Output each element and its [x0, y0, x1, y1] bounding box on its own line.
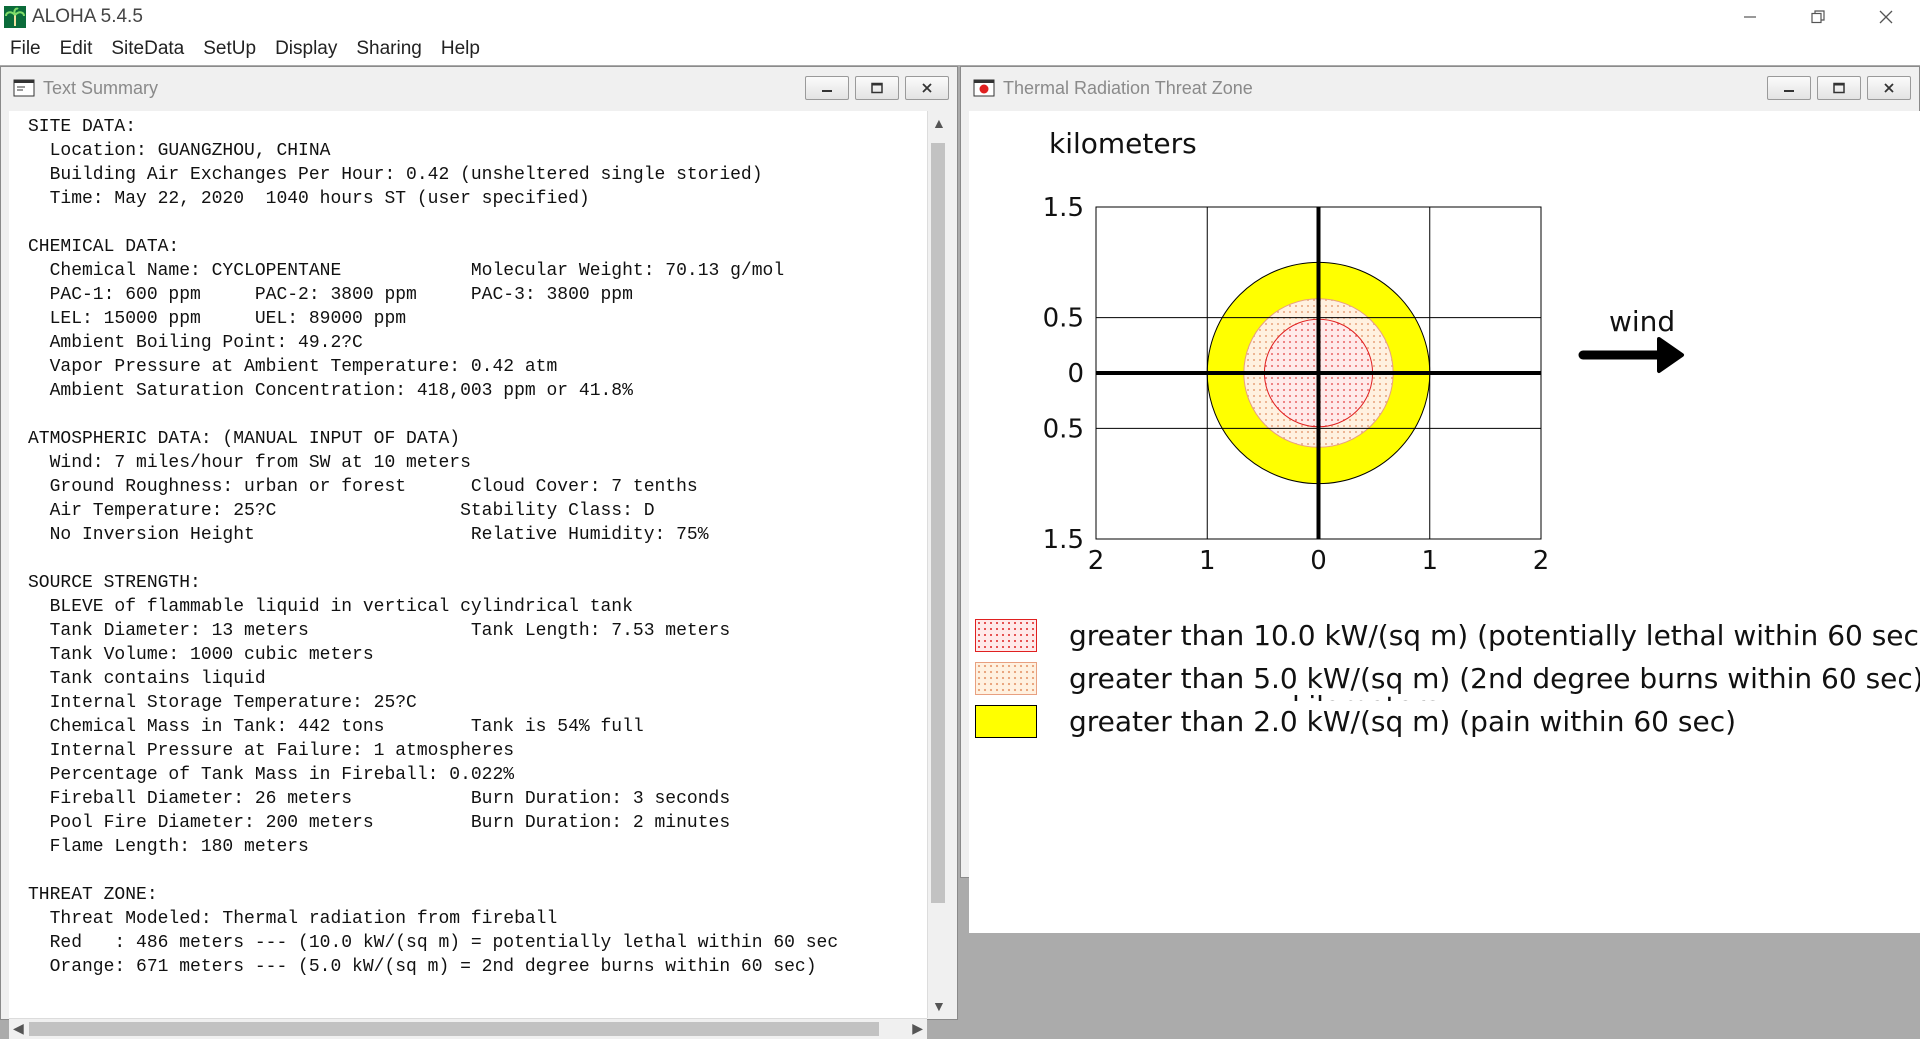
- vertical-scrollbar[interactable]: ▲ ▼: [927, 111, 948, 1018]
- threat-zone-title: Thermal Radiation Threat Zone: [1003, 77, 1253, 98]
- close-icon: [1879, 10, 1893, 23]
- minimize-icon: [822, 90, 832, 92]
- text-close-button[interactable]: [905, 76, 949, 100]
- x-tick-label: 2: [1533, 546, 1550, 576]
- legend-yellow-label: greater than 2.0 kW/(sq m) (pain within …: [1069, 705, 1737, 738]
- palm-tree-icon: [4, 5, 26, 28]
- legend-yellow-swatch: [975, 705, 1037, 738]
- y-tick-label: 0.5: [1043, 304, 1084, 334]
- restore-icon: [1811, 9, 1825, 23]
- minimize-icon: [1744, 15, 1756, 18]
- plot-minimize-button[interactable]: [1767, 76, 1811, 100]
- threat-zone-plot-area: 210121.50.500.51.5 kilometers kilometers…: [969, 111, 1920, 933]
- app-title-bar: ALOHA 5.4.5: [0, 0, 1920, 33]
- menu-sharing[interactable]: Sharing: [346, 38, 431, 60]
- scroll-right-icon[interactable]: ▶: [912, 1020, 923, 1037]
- x-tick-label: 2: [1088, 546, 1105, 576]
- y-tick-label: 0.5: [1043, 414, 1084, 444]
- menu-file[interactable]: File: [0, 38, 50, 60]
- minimize-button[interactable]: [1716, 0, 1784, 33]
- wind-arrow-head-icon: [1657, 337, 1684, 373]
- y-axis-label: kilometers: [1049, 127, 1197, 160]
- plot-close-button[interactable]: [1867, 76, 1911, 100]
- close-icon: [1884, 83, 1894, 93]
- menu-help[interactable]: Help: [431, 38, 489, 60]
- restore-button[interactable]: [1784, 0, 1852, 33]
- menu-display[interactable]: Display: [265, 38, 346, 60]
- close-button[interactable]: [1852, 0, 1920, 33]
- x-tick-label: 0: [1310, 546, 1327, 576]
- scroll-down-icon[interactable]: ▼: [932, 998, 946, 1014]
- text-document-icon: [13, 79, 35, 97]
- threat-zone-chart: 210121.50.500.51.5 kilometers kilometers…: [1043, 127, 1684, 723]
- horizontal-scrollbar[interactable]: ◀ ▶: [9, 1018, 927, 1039]
- wind-indicator: wind: [1578, 305, 1684, 373]
- minimize-icon: [1784, 90, 1794, 92]
- text-summary-window: Text Summary SITE DATA: Location: GUANGZ…: [0, 66, 958, 1039]
- text-summary-title-bar[interactable]: Text Summary: [1, 67, 957, 109]
- legend-red-row: greater than 10.0 kW/(sq m) (potentially…: [975, 619, 1920, 652]
- horizontal-scroll-thumb[interactable]: [29, 1022, 879, 1036]
- menu-setup[interactable]: SetUp: [193, 38, 265, 60]
- threat-zone-window: Thermal Radiation Threat Zone 2 1 0 1 2 …: [960, 66, 1920, 933]
- threat-zone-icon: [973, 79, 995, 97]
- legend-yellow-row: greater than 2.0 kW/(sq m) (pain within …: [975, 705, 1736, 738]
- maximize-icon: [1833, 82, 1845, 94]
- legend-orange-label: greater than 5.0 kW/(sq m) (2nd degree b…: [1069, 662, 1920, 695]
- menu-edit[interactable]: Edit: [50, 38, 102, 60]
- y-tick-label: 1.5: [1043, 525, 1084, 555]
- y-tick-label: 0: [1067, 359, 1084, 389]
- x-tick-label: 1: [1199, 546, 1216, 576]
- legend-red-swatch: [975, 619, 1037, 652]
- text-summary-content[interactable]: SITE DATA: Location: GUANGZHOU, CHINA Bu…: [9, 111, 927, 1018]
- close-icon: [922, 83, 932, 93]
- legend-orange-row: greater than 5.0 kW/(sq m) (2nd degree b…: [975, 662, 1920, 695]
- x-tick-label: 1: [1421, 546, 1438, 576]
- plot-maximize-button[interactable]: [1817, 76, 1861, 100]
- app-title: ALOHA 5.4.5: [32, 5, 143, 27]
- legend-red-label: greater than 10.0 kW/(sq m) (potentially…: [1069, 619, 1920, 652]
- text-minimize-button[interactable]: [805, 76, 849, 100]
- vertical-scroll-thumb[interactable]: [931, 143, 945, 903]
- menu-bar: File Edit SiteData SetUp Display Sharing…: [0, 33, 1920, 65]
- menu-sitedata[interactable]: SiteData: [101, 38, 193, 60]
- legend-orange-swatch: [975, 662, 1037, 695]
- wind-label: wind: [1609, 305, 1675, 338]
- maximize-icon: [871, 82, 883, 94]
- scroll-up-icon[interactable]: ▲: [932, 115, 946, 131]
- text-summary-lines: SITE DATA: Location: GUANGZHOU, CHINA Bu…: [28, 117, 839, 977]
- y-tick-label: 1.5: [1043, 193, 1084, 223]
- text-summary-title: Text Summary: [43, 77, 159, 98]
- threat-zone-title-bar[interactable]: Thermal Radiation Threat Zone: [961, 67, 1919, 109]
- scroll-left-icon[interactable]: ◀: [13, 1020, 24, 1037]
- text-maximize-button[interactable]: [855, 76, 899, 100]
